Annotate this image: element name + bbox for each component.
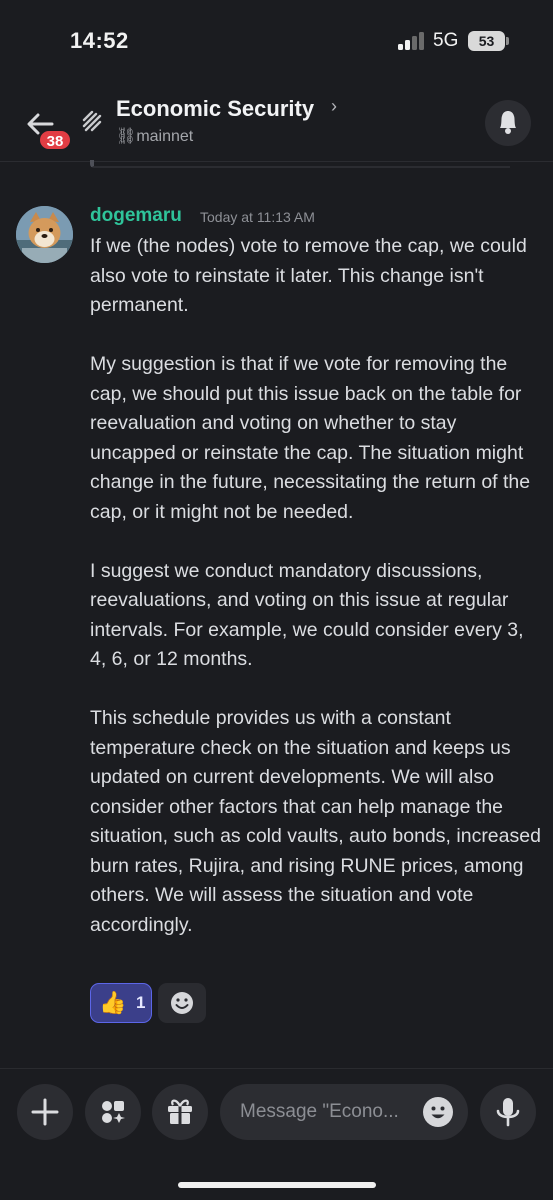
message-input[interactable]: Message "Econo... (220, 1084, 468, 1140)
reaction-count: 1 (136, 993, 146, 1012)
avatar[interactable] (16, 206, 73, 263)
smiley-icon (171, 992, 193, 1014)
gift-icon (168, 1099, 192, 1124)
apps-icon (102, 1101, 125, 1123)
message-content: If we (the nodes) vote to remove the cap… (90, 232, 545, 970)
message-author[interactable]: dogemaru (90, 205, 182, 227)
unread-count-badge: 38 (38, 129, 72, 151)
message-input-placeholder: Message "Econo... (240, 1101, 399, 1122)
status-bar: 14:52 5G 53 (0, 0, 553, 80)
shiba-avatar-image (16, 206, 73, 263)
battery-nub (506, 37, 509, 45)
network-type: 5G (433, 30, 459, 51)
microphone-icon (496, 1098, 520, 1127)
add-reaction-button[interactable] (158, 983, 206, 1023)
bell-icon (500, 111, 516, 134)
home-indicator[interactable] (178, 1182, 376, 1188)
thread-icon (80, 110, 104, 134)
plus-icon (31, 1098, 59, 1126)
message-paragraph: If we (the nodes) vote to remove the cap… (90, 235, 527, 316)
message-paragraph: My suggestion is that if we vote for rem… (90, 353, 531, 523)
message-composer: Message "Econo... (0, 1068, 553, 1200)
reaction-thumbs-up[interactable]: 👍 1 (90, 983, 152, 1023)
attach-button[interactable] (17, 1084, 73, 1140)
message-paragraph: This schedule provides us with a constan… (90, 707, 541, 936)
thumbs-up-icon: 👍 (99, 990, 127, 1015)
gift-button[interactable] (152, 1084, 208, 1140)
voice-message-button[interactable] (480, 1084, 536, 1140)
clock: 14:52 (70, 28, 129, 53)
apps-button[interactable] (85, 1084, 141, 1140)
chevron-right-icon[interactable]: › (331, 96, 337, 117)
discord-channel-screen: 14:52 5G 53 Economic Security › ⛓mainnet (0, 0, 553, 1200)
emoji-icon[interactable] (422, 1096, 454, 1128)
notifications-button[interactable] (485, 100, 531, 146)
message-timestamp: Today at 11:13 AM (200, 209, 315, 225)
signal-icon (398, 32, 426, 50)
message-paragraph: I suggest we conduct mandatory discussio… (90, 559, 524, 671)
channel-header: Economic Security › ⛓mainnet (0, 80, 553, 162)
battery-icon: 53 (468, 31, 505, 51)
channel-subtitle: ⛓mainnet (116, 128, 194, 145)
channel-title[interactable]: Economic Security (116, 96, 314, 122)
previous-message-embed-edge (90, 160, 510, 168)
